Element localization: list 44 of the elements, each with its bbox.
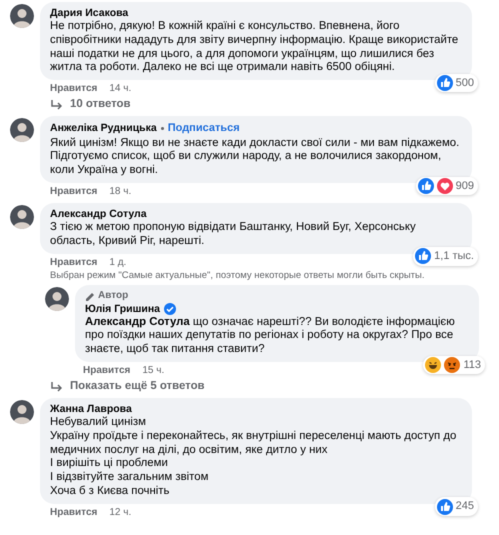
comment-text: І вирішіть ці проблеми bbox=[50, 457, 169, 472]
comment-text: Александр Сотула що означає нарешті?? Ви володієте інформацією про поїздки наших депутатів по регіонах і роботу на округах? Про все знаєте, щоб так питання ставити? bbox=[85, 316, 456, 358]
avatar bbox=[45, 286, 69, 311]
comment-text: З тією ж метою пропоную відвідати Баштанку, Новий Буг, Херсонську область, Кривий Ріг, нарешті. bbox=[50, 221, 417, 249]
timestamp[interactable]: 15 ч. bbox=[142, 364, 164, 378]
role-label: Автор bbox=[98, 288, 128, 302]
reply-arrow-icon bbox=[50, 380, 62, 392]
comment-text: Який цинізм! Якщо ви не знаєте кади докласти свої сили - ми вам підкажемо. Підготуємо список, щоб ви служили народу, а не волочилися закордоном, коли Україна у вогні. bbox=[50, 136, 460, 178]
avatar bbox=[10, 205, 34, 230]
comment-text: Україну проїдьте і переконайтесь, як внутрішні переселенці мають доступ до медичних послуг на ділі, до освітим, яке дитло у них bbox=[50, 430, 458, 458]
timestamp[interactable]: 1 д. bbox=[109, 256, 126, 269]
avatar bbox=[10, 118, 34, 142]
reaction-count: 909 bbox=[456, 178, 474, 194]
comment-text: Небувалий цинізм bbox=[50, 416, 147, 430]
laughing-face-icon bbox=[425, 356, 442, 373]
angry-face-icon bbox=[444, 356, 460, 373]
reply-arrow-icon bbox=[50, 98, 62, 110]
replies-link[interactable]: Показать ещё 5 ответов bbox=[70, 379, 205, 394]
comment-text: І відзвітуйте загальним звітом bbox=[50, 471, 210, 486]
replies-link[interactable]: 10 ответов bbox=[70, 97, 131, 112]
comment-text: Не потрібно, дякую! В кожній країні є консульство. Впевнена, його співробітники нададуть для звіту вичерпну інформацію. Краще використайте наші податки не для цього, а для допомоги українцям, що лишилися без житла та роботи. Далеко не всі ще отримали навіть 6500 обіцяні. bbox=[50, 20, 460, 76]
author-name[interactable]: Юлія Гришина bbox=[85, 302, 160, 316]
like-link[interactable]: Нравится bbox=[83, 364, 130, 378]
follow-link[interactable]: Подписаться bbox=[168, 120, 240, 137]
reaction-count: 1,1 тыс. bbox=[434, 249, 474, 264]
separator-dot-icon bbox=[160, 126, 164, 130]
like-link[interactable]: Нравится bbox=[50, 506, 98, 519]
author-name[interactable]: Дария Исакова bbox=[50, 6, 128, 20]
comment-text: Хоча б з Києва почніть bbox=[50, 485, 170, 499]
avatar bbox=[10, 400, 34, 424]
like-link[interactable]: Нравится bbox=[50, 185, 98, 198]
author-name[interactable]: Жанна Лаврова bbox=[50, 402, 132, 416]
avatar bbox=[10, 4, 34, 28]
like-link[interactable]: Нравится bbox=[50, 82, 98, 96]
reaction-count: 500 bbox=[456, 76, 474, 91]
timestamp[interactable]: 18 ч. bbox=[109, 185, 132, 198]
timestamp[interactable]: 14 ч. bbox=[109, 82, 132, 96]
sort-notice: Выбран режим "Самые актуальные", поэтому некоторые ответы могли быть скрыты. bbox=[49, 268, 426, 282]
timestamp[interactable]: 12 ч. bbox=[109, 506, 132, 519]
reaction-count: 113 bbox=[463, 358, 481, 373]
like-link[interactable]: Нравится bbox=[50, 256, 98, 269]
author-name[interactable]: Анжеліка Рудницька bbox=[50, 121, 157, 136]
reaction-count: 245 bbox=[456, 499, 474, 514]
author-name[interactable]: Александр Сотула bbox=[50, 207, 147, 222]
